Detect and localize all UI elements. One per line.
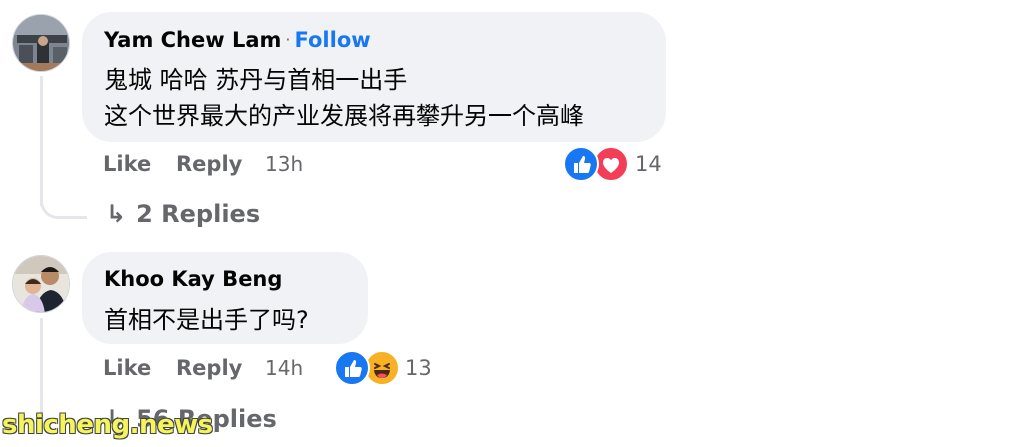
author-name[interactable]: Khoo Kay Beng xyxy=(104,267,282,291)
avatar[interactable] xyxy=(12,14,70,72)
comment-author[interactable]: Khoo Kay Beng xyxy=(104,267,282,291)
profile-photo xyxy=(13,15,69,71)
reply-arrow-icon: ↳ xyxy=(106,200,127,228)
follow-button[interactable]: Follow xyxy=(295,28,371,52)
watermark: shicheng.news xyxy=(2,410,213,440)
author-name[interactable]: Yam Chew Lam xyxy=(104,28,281,52)
view-replies-button[interactable]: ↳ 2 Replies xyxy=(106,200,260,228)
reaction-count[interactable]: 13 xyxy=(405,356,432,380)
thread-line xyxy=(40,318,43,414)
reply-button[interactable]: Reply xyxy=(176,356,242,380)
timestamp[interactable]: 13h xyxy=(265,152,303,176)
reply-button[interactable]: Reply xyxy=(176,152,242,176)
like-icon[interactable] xyxy=(563,146,599,182)
timestamp[interactable]: 14h xyxy=(265,356,303,380)
reaction-count[interactable]: 14 xyxy=(635,152,662,176)
comment-text-line: 鬼城 哈哈 苏丹与首相一出手 xyxy=(104,66,408,94)
comment-text-line: 首相不是出手了吗? xyxy=(104,306,309,334)
profile-photo xyxy=(13,256,69,312)
thread-connector xyxy=(40,170,87,219)
replies-label: 2 Replies xyxy=(136,200,261,228)
like-button[interactable]: Like xyxy=(103,152,151,176)
comment-text-line: 这个世界最大的产业发展将再攀升另一个高峰 xyxy=(104,102,584,130)
like-button[interactable]: Like xyxy=(103,356,151,380)
like-icon[interactable] xyxy=(334,350,370,386)
comment-author[interactable]: Yam Chew Lam · Follow xyxy=(104,28,371,52)
separator-dot: · xyxy=(285,30,291,49)
avatar[interactable] xyxy=(12,255,70,313)
